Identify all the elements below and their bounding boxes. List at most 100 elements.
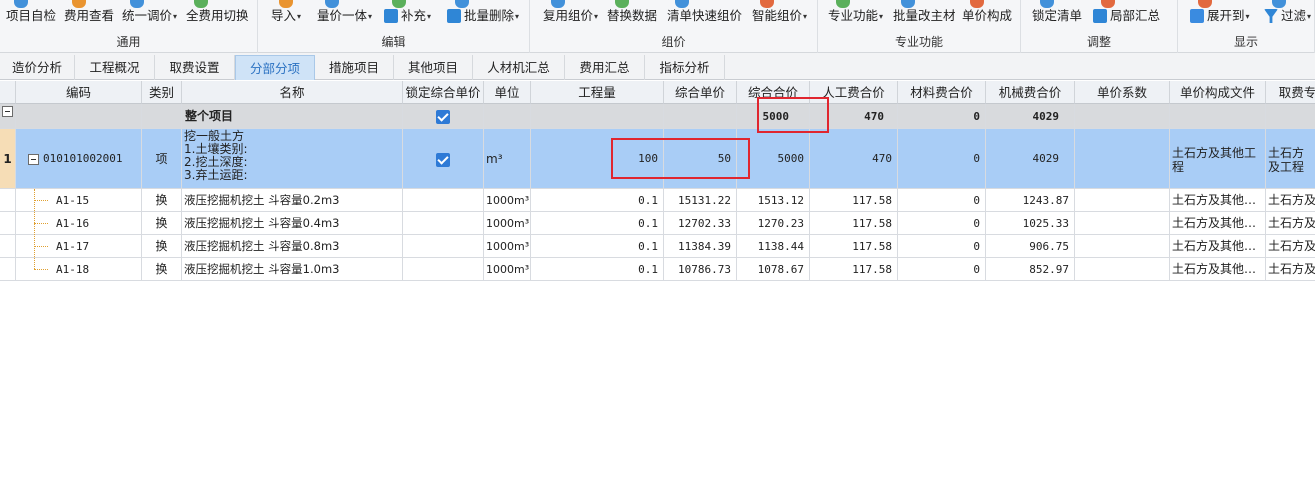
ribbon-button-3-3[interactable]: 清单快速组价	[667, 0, 742, 26]
ribbon-group-items: 复用组价▾ 替换数据 清单快速组价 智能组价▾	[530, 0, 817, 26]
material-cell: 0	[898, 189, 986, 212]
ribbon-button-label: 费用查看	[64, 8, 115, 23]
price-icon	[130, 0, 144, 8]
ribbon-button-3-4[interactable]: 智能组价▾	[752, 0, 807, 26]
quantity-cell[interactable]: 0.1	[531, 258, 664, 281]
header-machine[interactable]: 机械费合价	[986, 81, 1075, 104]
tab-9[interactable]: 指标分析	[645, 55, 725, 80]
ribbon-button-3-1[interactable]: 复用组价▾	[543, 0, 598, 26]
tab-6[interactable]: 其他项目	[394, 55, 473, 80]
quantity-cell[interactable]: 0.1	[531, 189, 664, 212]
quantity-cell[interactable]: 0.1	[531, 235, 664, 258]
ribbon-button-1-2[interactable]: 费用查看	[64, 0, 115, 26]
header-labor[interactable]: 人工费合价	[810, 81, 898, 104]
lock-cell[interactable]	[403, 129, 484, 189]
header-unit-price[interactable]: 综合单价	[664, 81, 737, 104]
tab-3[interactable]: 取费设置	[155, 55, 235, 80]
ribbon-button-6-1[interactable]: 展开到▾	[1190, 0, 1250, 26]
machine-cell: 4029	[986, 104, 1075, 129]
tab-7[interactable]: 人材机汇总	[473, 55, 565, 80]
checkbox-checked-icon[interactable]	[436, 152, 450, 167]
filter-icon-glyph	[1264, 9, 1278, 23]
name-cell[interactable]: 液压挖掘机挖土 斗容量0.8m3	[182, 235, 403, 258]
ribbon-toolbar: 项目自检 费用查看 统一调价▾ 全费用切换 通用 导入▾ 量价一体▾ 补充▾ 批量删除▾ 编辑 复用…	[0, 0, 1315, 53]
header-unit[interactable]: 单位	[484, 81, 531, 104]
ribbon-button-4-1[interactable]: 专业功能▾	[828, 0, 884, 26]
header-code[interactable]: 编码	[16, 81, 142, 104]
price-file-cell: 土石方及其他…	[1170, 258, 1266, 281]
ribbon-button-label: 批量删除	[464, 8, 515, 23]
supplement-icon-glyph	[384, 9, 398, 23]
unit-price-cell[interactable]: 12702.33	[664, 212, 737, 235]
ribbon-group-label: 显示	[1233, 35, 1258, 49]
total-price-cell: 1270.23	[737, 212, 810, 235]
machine-cell: 906.75	[986, 235, 1075, 258]
collapse-all-icon[interactable]	[2, 106, 13, 117]
unit-price-cell[interactable]: 11384.39	[664, 235, 737, 258]
reuse-icon	[551, 0, 565, 8]
ribbon-button-5-2[interactable]: 局部汇总	[1093, 0, 1160, 26]
quantity-cell[interactable]: 0.1	[531, 212, 664, 235]
unit-cell	[484, 104, 531, 129]
batch-delete-icon-glyph	[447, 9, 461, 23]
ribbon-button-6-2[interactable]: 过滤▾	[1264, 0, 1311, 26]
dropdown-arrow-icon: ▾	[879, 12, 884, 21]
tab-8[interactable]: 费用汇总	[565, 55, 645, 80]
machine-cell: 1243.87	[986, 189, 1075, 212]
header-fee-major[interactable]: 取费专	[1266, 81, 1315, 104]
ribbon-button-1-4[interactable]: 全费用切换	[186, 0, 249, 26]
unit-cell: 1000m³	[484, 235, 531, 258]
replace-icon	[615, 0, 629, 8]
header-name[interactable]: 名称	[182, 81, 403, 104]
header-total-price[interactable]: 综合合价	[737, 81, 810, 104]
tab-4[interactable]: 分部分项	[235, 55, 315, 80]
ribbon-button-5-1[interactable]: 锁定清单	[1032, 0, 1082, 26]
row-index-cell	[0, 212, 16, 235]
header-material[interactable]: 材料费合价	[898, 81, 986, 104]
code-cell	[16, 104, 142, 129]
unit-price-cell[interactable]: 10786.73	[664, 258, 737, 281]
ribbon-button-2-1[interactable]: 导入▾	[271, 0, 301, 26]
name-cell[interactable]: 液压挖掘机挖土 斗容量1.0m3	[182, 258, 403, 281]
ribbon-button-4-2[interactable]: 批量改主材	[893, 0, 956, 26]
row-index-cell	[0, 189, 16, 212]
header-price-file[interactable]: 单价构成文件	[1170, 81, 1266, 104]
category-cell: 换	[142, 189, 182, 212]
header-category[interactable]: 类别	[142, 81, 182, 104]
tab-2[interactable]: 工程概况	[75, 55, 155, 80]
ribbon-button-1-1[interactable]: 项目自检	[6, 0, 56, 26]
name-cell[interactable]: 挖一般土方 1.土壤类别: 2.挖土深度: 3.弃土运距:	[182, 129, 403, 189]
tree-connector	[34, 200, 48, 201]
quantity-cell[interactable]: 100	[531, 129, 664, 189]
lock-cell[interactable]	[403, 104, 484, 129]
ribbon-button-1-3[interactable]: 统一调价▾	[122, 0, 177, 26]
ribbon-button-label: 替换数据	[607, 8, 658, 23]
total-price-cell: 1078.67	[737, 258, 810, 281]
labor-cell: 117.58	[810, 212, 898, 235]
unit-price-cell[interactable]: 50	[664, 129, 737, 189]
ribbon-button-2-3[interactable]: 补充▾	[384, 0, 431, 26]
tab-1[interactable]: 造价分析	[0, 55, 75, 80]
lock-icon	[1040, 0, 1054, 8]
ribbon-button-4-3[interactable]: 单价构成	[962, 0, 1012, 26]
item-code: 010101002001	[43, 152, 123, 165]
category-cell: 换	[142, 212, 182, 235]
total-price-cell: 5000	[737, 104, 810, 129]
header-quantity[interactable]: 工程量	[531, 81, 664, 104]
header-locked[interactable]: 锁定综合单价	[403, 81, 484, 104]
collapse-icon[interactable]	[28, 153, 39, 165]
row-index-cell	[0, 258, 16, 281]
unit-price-cell[interactable]: 15131.22	[664, 189, 737, 212]
tab-5[interactable]: 措施项目	[315, 55, 394, 80]
ribbon-button-3-2[interactable]: 替换数据	[607, 0, 658, 26]
header-coefficient[interactable]: 单价系数	[1075, 81, 1170, 104]
checkbox-checked-icon[interactable]	[436, 109, 450, 124]
name-cell[interactable]: 液压挖掘机挖土 斗容量0.2m3	[182, 189, 403, 212]
ribbon-button-2-2[interactable]: 量价一体▾	[317, 0, 372, 26]
code-cell[interactable]: 010101002001	[16, 129, 142, 189]
ribbon-button-2-4[interactable]: 批量删除▾	[447, 0, 519, 26]
unit-cell: 1000m³	[484, 212, 531, 235]
name-cell[interactable]: 液压挖掘机挖土 斗容量0.4m3	[182, 212, 403, 235]
quick-price-icon	[675, 0, 689, 8]
tree-connector	[34, 246, 48, 247]
